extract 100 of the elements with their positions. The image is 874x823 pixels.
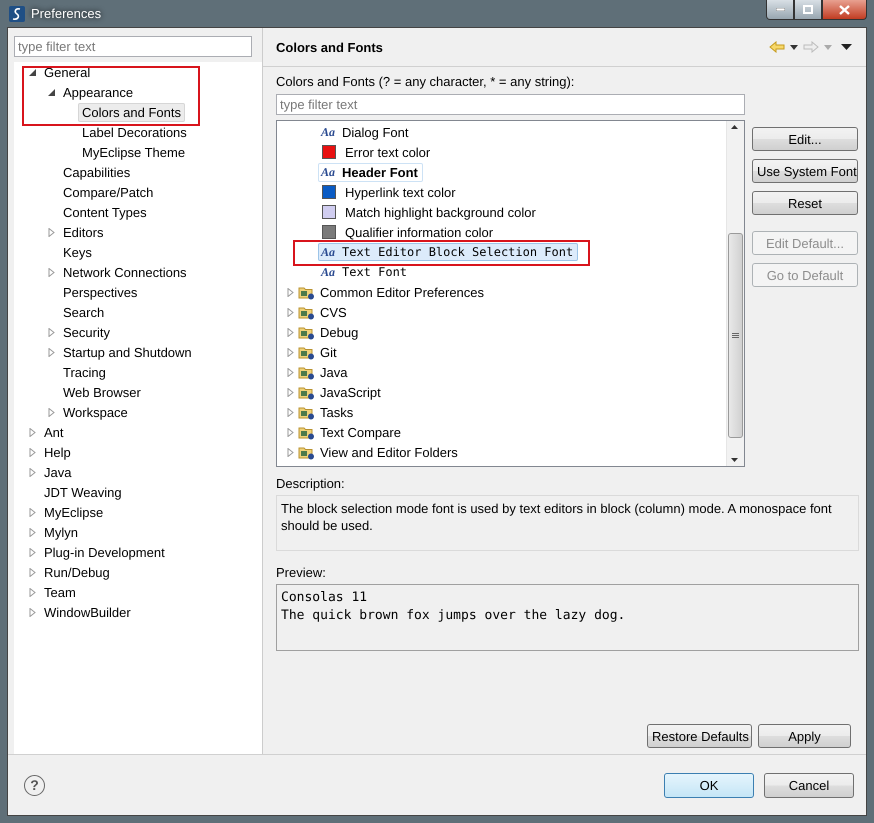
- expand-arrow-icon[interactable]: [28, 548, 37, 556]
- tree-item[interactable]: JDT Weaving: [40, 482, 126, 502]
- preview-label: Preview:: [276, 565, 327, 580]
- list-item[interactable]: Common Editor Preferences: [318, 284, 486, 300]
- dialog-button[interactable]: Cancel: [764, 772, 854, 798]
- collapse-arrow-icon[interactable]: [28, 68, 37, 76]
- list-item[interactable]: Hyperlink text color: [318, 182, 461, 202]
- scroll-thumb[interactable]: [728, 233, 743, 438]
- expand-arrow-icon[interactable]: [28, 608, 37, 616]
- tree-item[interactable]: Help: [40, 442, 75, 462]
- list-item[interactable]: Qualifier information color: [318, 222, 498, 242]
- folder-icon: [298, 284, 315, 300]
- maximize-icon: [803, 5, 813, 14]
- tree-item[interactable]: Network Connections: [59, 262, 191, 282]
- list-item[interactable]: JavaScript: [318, 384, 383, 400]
- expand-arrow-icon[interactable]: [47, 268, 56, 276]
- page-button[interactable]: Restore Defaults: [647, 724, 752, 748]
- list-item[interactable]: View and Editor Folders: [318, 444, 460, 460]
- collapse-arrow-icon[interactable]: [47, 88, 56, 96]
- window-title: Preferences: [31, 6, 102, 21]
- scrollbar[interactable]: [726, 121, 744, 466]
- expand-arrow-icon[interactable]: [286, 428, 295, 436]
- expand-arrow-icon[interactable]: [286, 368, 295, 376]
- expand-arrow-icon[interactable]: [47, 348, 56, 356]
- tree-item[interactable]: Workspace: [59, 402, 132, 422]
- tree-item[interactable]: MyEclipse Theme: [78, 142, 190, 162]
- list-item[interactable]: Error text color: [318, 142, 436, 162]
- list-item[interactable]: Text Compare: [318, 424, 403, 440]
- help-icon[interactable]: ?: [24, 774, 45, 796]
- back-arrow-icon[interactable]: [769, 41, 785, 53]
- tree-item[interactable]: MyEclipse: [40, 502, 108, 522]
- expand-arrow-icon[interactable]: [47, 328, 56, 336]
- filter-field[interactable]: type filter text: [276, 94, 745, 115]
- list-item[interactable]: Match highlight background color: [318, 202, 541, 222]
- expand-arrow-icon[interactable]: [286, 328, 295, 336]
- folder-icon: [298, 304, 315, 320]
- expand-arrow-icon[interactable]: [28, 448, 37, 456]
- expand-arrow-icon[interactable]: [28, 468, 37, 476]
- action-button[interactable]: Reset: [752, 191, 858, 215]
- expand-arrow-icon[interactable]: [28, 568, 37, 576]
- expand-arrow-icon[interactable]: [28, 508, 37, 516]
- expand-arrow-icon[interactable]: [286, 408, 295, 416]
- list-item[interactable]: Aa Dialog Font: [318, 122, 414, 142]
- list-item[interactable]: Aa Header Font: [318, 162, 423, 182]
- expand-arrow-icon[interactable]: [286, 288, 295, 296]
- tree-item[interactable]: Run/Debug: [40, 562, 114, 582]
- tree-item[interactable]: Capabilities: [59, 162, 134, 182]
- tree-item[interactable]: Label Decorations: [78, 122, 191, 142]
- list-item[interactable]: Aa Text Font: [318, 263, 412, 281]
- list-item[interactable]: Tasks: [318, 404, 356, 420]
- dialog-button[interactable]: OK: [664, 772, 754, 798]
- page-button[interactable]: Apply: [758, 724, 851, 748]
- tree-item[interactable]: Search: [59, 302, 108, 322]
- expand-arrow-icon[interactable]: [47, 408, 56, 416]
- grip-icon: [732, 332, 739, 338]
- tree-item[interactable]: Colors and Fonts: [78, 102, 185, 122]
- tree-item[interactable]: Ant: [40, 422, 68, 442]
- action-button[interactable]: Use System Font: [752, 159, 858, 183]
- tree-item[interactable]: Compare/Patch: [59, 182, 158, 202]
- tree-item[interactable]: Startup and Shutdown: [59, 342, 196, 362]
- tree-item[interactable]: Web Browser: [59, 382, 145, 402]
- tree-item[interactable]: Java: [40, 462, 76, 482]
- maximize-button[interactable]: [794, 0, 822, 20]
- expand-arrow-icon[interactable]: [47, 228, 56, 236]
- folder-icon: [298, 404, 315, 420]
- tree-item[interactable]: Mylyn: [40, 522, 82, 542]
- expand-arrow-icon[interactable]: [286, 308, 295, 316]
- expand-arrow-icon[interactable]: [286, 448, 295, 456]
- expand-arrow-icon[interactable]: [28, 528, 37, 536]
- list-item[interactable]: CVS: [318, 304, 349, 320]
- list-item[interactable]: Git: [318, 344, 339, 360]
- tree-item[interactable]: Keys: [59, 242, 96, 262]
- expand-arrow-icon[interactable]: [28, 588, 37, 596]
- expand-arrow-icon[interactable]: [28, 428, 37, 436]
- tree-item[interactable]: Team: [40, 582, 80, 602]
- tree-item[interactable]: Perspectives: [59, 282, 142, 302]
- close-button[interactable]: [822, 0, 867, 20]
- expand-arrow-icon[interactable]: [286, 388, 295, 396]
- view-menu-icon[interactable]: [841, 44, 852, 50]
- tree-item[interactable]: Appearance: [59, 82, 138, 102]
- tree-item[interactable]: Security: [59, 322, 114, 342]
- expand-arrow-icon[interactable]: [286, 348, 295, 356]
- minimize-icon: [776, 8, 784, 11]
- preview-text: The quick brown fox jumps over the lazy dog.: [281, 607, 626, 625]
- dropdown-icon[interactable]: [790, 44, 798, 50]
- filter-field[interactable]: type filter text: [14, 36, 252, 57]
- tree-item[interactable]: Plug-in Development: [40, 542, 169, 562]
- action-button[interactable]: Edit...: [752, 127, 858, 151]
- list-item[interactable]: Aa Text Editor Block Selection Font: [318, 243, 578, 261]
- tree-item[interactable]: Editors: [59, 222, 108, 242]
- tree-item[interactable]: Content Types: [59, 202, 151, 222]
- forward-arrow-icon[interactable]: [803, 41, 819, 53]
- folder-icon: [298, 384, 315, 400]
- tree-item[interactable]: Tracing: [59, 362, 110, 382]
- tree-item[interactable]: WindowBuilder: [40, 602, 135, 622]
- tree-item[interactable]: General: [40, 62, 94, 82]
- minimize-button[interactable]: [766, 0, 794, 20]
- list-item[interactable]: Java: [318, 364, 350, 380]
- app-icon: [9, 6, 25, 22]
- list-item[interactable]: Debug: [318, 324, 360, 340]
